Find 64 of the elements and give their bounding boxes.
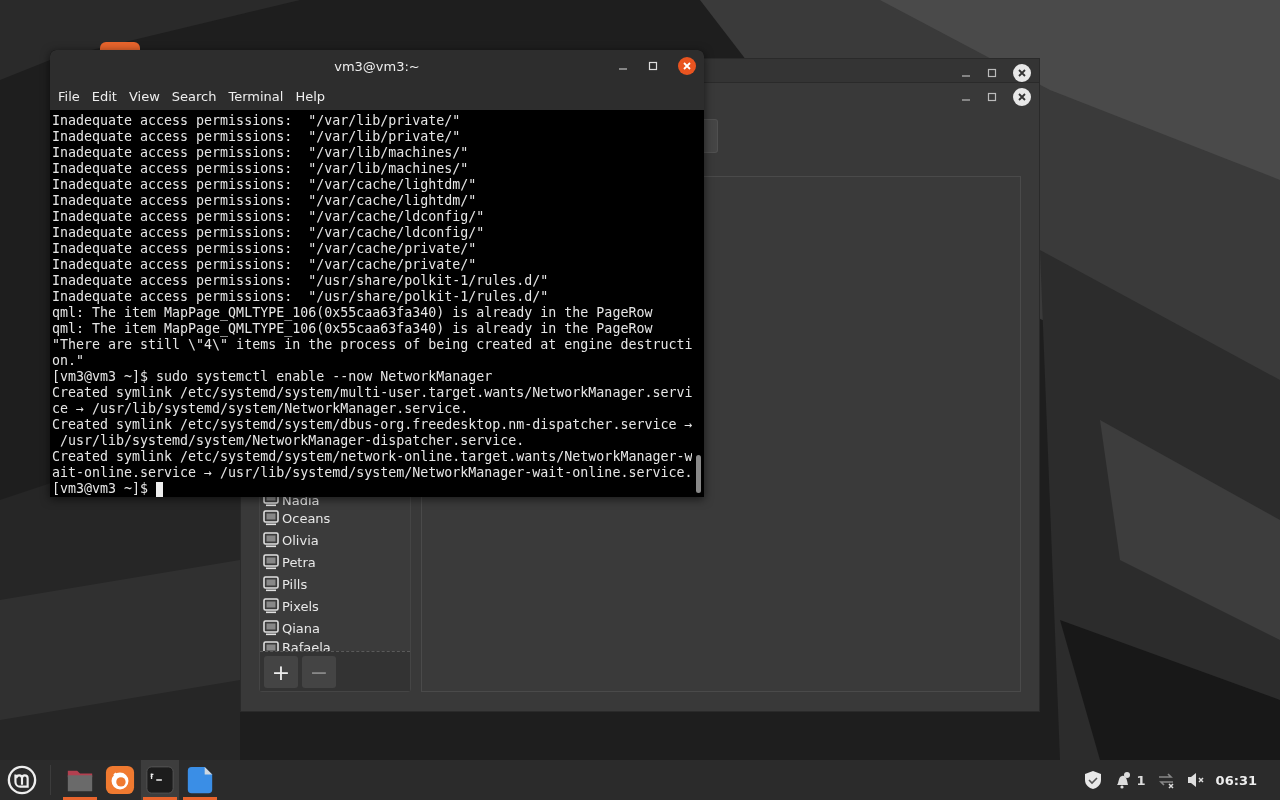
terminal-line: Inadequate access permissions: "/usr/share/polkit-1/rules.d/" — [52, 289, 550, 305]
terminal-line: Created symlink /etc/systemd/system/dbus-org.freedesktop.nm-dispatcher.service → — [52, 417, 692, 433]
maximize-icon[interactable] — [648, 61, 658, 71]
terminal-line: "There are still \"4\" items in the process of being created at engine destructi — [52, 337, 692, 353]
menu-item[interactable]: Help — [289, 88, 332, 104]
monitor-icon — [263, 598, 279, 614]
monitor-icon — [263, 554, 279, 570]
scrollbar-thumb[interactable] — [696, 455, 701, 493]
terminal-line: /usr/lib/systemd/system/NetworkManager-dispatcher.service. — [59, 433, 526, 449]
window-tab[interactable] — [100, 42, 140, 50]
shield-icon[interactable] — [1082, 770, 1103, 790]
terminal-line: Inadequate access permissions: "/var/cache/ldconfig/" — [52, 209, 486, 225]
terminal-line: ce → /usr/lib/systemd/system/NetworkManager.service. — [52, 401, 470, 417]
terminal-line: Inadequate access permissions: "/var/cache/private/" — [52, 257, 478, 273]
monitor-icon — [263, 576, 279, 592]
document-icon — [185, 765, 215, 795]
list-item[interactable]: Olivia — [282, 532, 319, 548]
close-icon[interactable] — [1013, 64, 1031, 82]
terminal-line: Inadequate access permissions: "/var/lib/machines/" — [52, 145, 470, 161]
running-indicator — [183, 797, 217, 800]
running-indicator — [143, 797, 177, 800]
menu-item[interactable]: Terminal — [222, 88, 290, 104]
terminal-line: Inadequate access permissions: "/var/lib/private/" — [52, 113, 462, 129]
monitor-icon — [263, 510, 279, 526]
menu-item[interactable]: Edit — [85, 88, 123, 104]
menu-icon[interactable] — [7, 765, 37, 795]
monitor-icon — [263, 532, 279, 548]
terminal-icon — [145, 765, 175, 795]
terminal-line: Inadequate access permissions: "/var/cache/private/" — [52, 241, 478, 257]
close-icon[interactable] — [1013, 88, 1031, 106]
muted-speaker-icon[interactable] — [1185, 770, 1206, 790]
terminal-line: Created symlink /etc/systemd/system/multi-user.target.wants/NetworkManager.servi — [52, 385, 692, 401]
clock[interactable]: 06:31 — [1215, 772, 1257, 788]
terminal-line: Inadequate access permissions: "/usr/share/polkit-1/rules.d/" — [52, 273, 550, 289]
terminal-line: ait-online.service → /usr/lib/systemd/system/NetworkManager-wait-online.service. — [52, 465, 692, 481]
add-button[interactable]: + — [264, 656, 298, 688]
terminal-line: Inadequate access permissions: "/var/cache/lightdm/" — [52, 177, 478, 193]
taskbar-terminal-button[interactable] — [141, 760, 179, 800]
menu-item[interactable]: Search — [165, 88, 223, 104]
terminal-line: Inadequate access permissions: "/var/lib/private/" — [52, 129, 462, 145]
terminal-line: qml: The item MapPage_QMLTYPE_106(0x55caa63fa340) is already in the PageRow — [52, 321, 654, 337]
menu-item[interactable]: View — [122, 88, 166, 104]
terminal-line: Inadequate access permissions: "/var/cache/lightdm/" — [52, 193, 478, 209]
running-indicator — [63, 797, 97, 800]
close-icon[interactable] — [678, 57, 696, 75]
terminal-line: qml: The item MapPage_QMLTYPE_106(0x55caa63fa340) is already in the PageRow — [52, 305, 654, 321]
monitor-icon — [263, 620, 279, 636]
menu-item[interactable]: File — [52, 88, 86, 104]
maximize-icon[interactable] — [987, 92, 997, 102]
terminal-line: Inadequate access permissions: "/var/lib/machines/" — [52, 161, 470, 177]
terminal-line: Created symlink /etc/systemd/system/network-online.target.wants/NetworkManager-w — [52, 449, 692, 465]
terminal-line: [vm3@vm3 ~]$ sudo systemctl enable --now NetworkManager — [52, 369, 494, 385]
terminal-line: Inadequate access permissions: "/var/cache/ldconfig/" — [52, 225, 486, 241]
text-cursor — [156, 481, 164, 497]
window-title: vm3@vm3:~ — [334, 58, 420, 74]
maximize-icon[interactable] — [987, 68, 997, 78]
list-item[interactable]: Pixels — [282, 598, 319, 614]
list-item[interactable]: Petra — [282, 554, 316, 570]
list-item[interactable]: Oceans — [282, 510, 331, 526]
terminal-line: on." — [52, 353, 86, 369]
list-item[interactable]: Pills — [282, 576, 308, 592]
list-item[interactable]: Qiana — [282, 620, 321, 636]
notification-count: 1 — [1136, 772, 1146, 788]
terminal-prompt: [vm3@vm3 ~]$ — [52, 481, 150, 497]
